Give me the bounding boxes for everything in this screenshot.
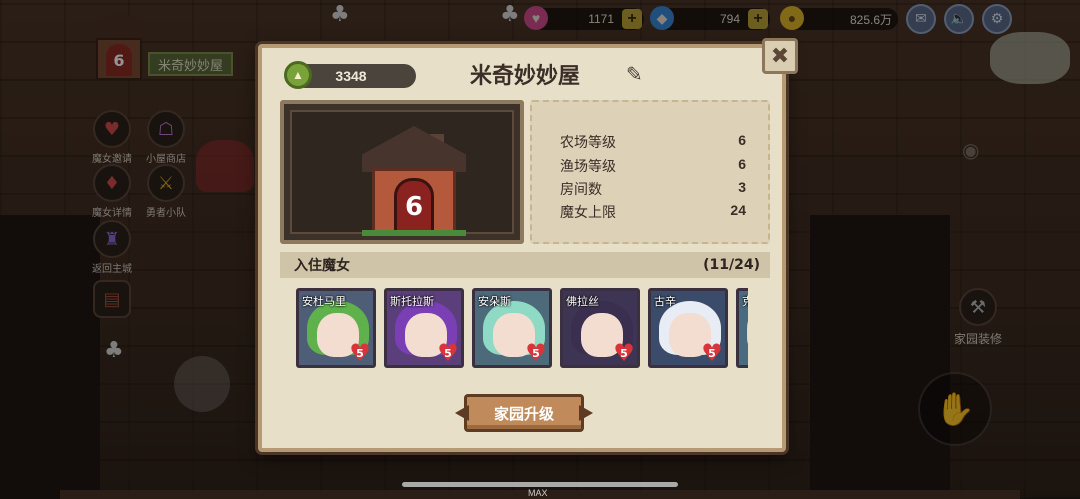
- house-preview-frame: 6: [290, 110, 514, 236]
- house-currency-value: 3348: [335, 68, 367, 84]
- affection-heart-icon: 5: [701, 343, 723, 363]
- house-roof: [362, 126, 466, 172]
- system-home-indicator[interactable]: [402, 482, 678, 487]
- residents-title: 入住魔女: [294, 258, 350, 274]
- stat-value: 24: [730, 202, 746, 218]
- resident-card[interactable]: 佛拉丝 5: [560, 288, 640, 368]
- residents-header: 入住魔女 (11/24): [280, 252, 770, 278]
- stat-witch-cap: 魔女上限 24: [560, 202, 746, 222]
- edit-name-icon[interactable]: ✎: [626, 62, 643, 86]
- stat-farm-level: 农场等级 6: [560, 132, 746, 152]
- affection-heart-icon: 5: [437, 343, 459, 363]
- residents-list[interactable]: 安杜马里 5 斯托拉斯 5 安朵斯 5 佛拉丝 5 古辛 5 克: [296, 288, 748, 368]
- stat-fishery-level: 渔场等级 6: [560, 156, 746, 176]
- stat-label: 房间数: [560, 182, 602, 198]
- affection-heart-icon: 5: [613, 343, 635, 363]
- home-upgrade-button[interactable]: 家园升级: [464, 394, 584, 432]
- house-illustration: 6: [362, 126, 466, 236]
- resident-name: 安杜马里: [302, 295, 346, 308]
- max-label: MAX: [528, 488, 548, 498]
- stat-room-count: 房间数 3: [560, 179, 746, 199]
- resident-card[interactable]: 古辛 5: [648, 288, 728, 368]
- resident-name: 克: [742, 293, 748, 309]
- house-level-door: 6: [394, 178, 434, 236]
- affection-heart-icon: 5: [525, 343, 547, 363]
- dialog-title: 米奇妙妙屋: [469, 64, 580, 89]
- house-coin-icon: ▲: [284, 61, 312, 89]
- stat-label: 渔场等级: [560, 159, 616, 175]
- stat-label: 魔女上限: [560, 205, 616, 221]
- resident-card[interactable]: 安杜马里 5: [296, 288, 376, 368]
- resident-name: 安朵斯: [478, 295, 511, 308]
- resident-name: 斯托拉斯: [390, 295, 434, 308]
- close-icon[interactable]: ✖: [762, 38, 798, 74]
- house-stats-panel: 农场等级 6 渔场等级 6 房间数 3 魔女上限 24: [530, 100, 770, 244]
- resident-name: 佛拉丝: [566, 295, 599, 308]
- residents-count: (11/24): [703, 257, 760, 273]
- house-preview-panel: 6: [280, 100, 524, 244]
- resident-card[interactable]: 斯托拉斯 5: [384, 288, 464, 368]
- resident-card[interactable]: 克: [736, 288, 748, 368]
- house-currency: ▲ 3348: [284, 61, 416, 89]
- stat-value: 6: [738, 132, 746, 148]
- resident-card[interactable]: 安朵斯 5: [472, 288, 552, 368]
- stat-value: 6: [738, 156, 746, 172]
- affection-heart-icon: 5: [349, 343, 371, 363]
- portrait-hair: [747, 301, 748, 355]
- resident-name: 古辛: [654, 295, 676, 308]
- house-grass: [362, 230, 466, 236]
- stat-value: 3: [738, 179, 746, 195]
- stat-label: 农场等级: [560, 135, 616, 151]
